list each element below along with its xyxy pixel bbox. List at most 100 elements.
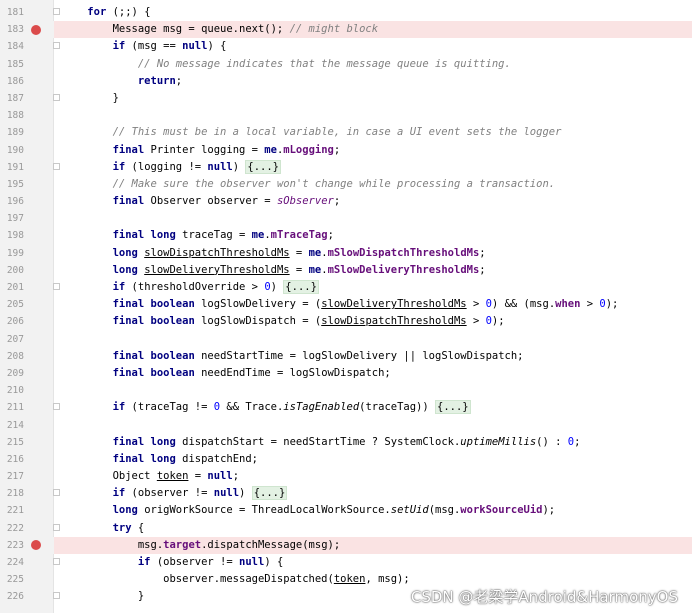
fold-marker-icon[interactable] bbox=[53, 592, 60, 600]
code-text[interactable]: // No message indicates that the message… bbox=[62, 56, 511, 73]
line-gutter[interactable]: 197 bbox=[0, 210, 54, 227]
line-gutter[interactable]: 185 bbox=[0, 56, 54, 73]
code-text[interactable]: Message msg = queue.next(); // might blo… bbox=[62, 21, 379, 38]
code-line[interactable]: 209 final boolean needEndTime = logSlowD… bbox=[0, 365, 692, 382]
code-line[interactable]: 196 final Observer observer = sObserver; bbox=[0, 193, 692, 210]
code-text[interactable]: final boolean needStartTime = logSlowDel… bbox=[62, 348, 524, 365]
code-line[interactable]: 224 if (observer != null) { bbox=[0, 554, 692, 571]
code-line[interactable]: 199 long slowDispatchThresholdMs = me.mS… bbox=[0, 245, 692, 262]
code-line[interactable]: 190 final Printer logging = me.mLogging; bbox=[0, 142, 692, 159]
code-text[interactable]: // Make sure the observer won't change w… bbox=[62, 176, 556, 193]
fold-marker-icon[interactable] bbox=[53, 283, 60, 290]
code-text[interactable]: } bbox=[62, 588, 144, 605]
line-gutter[interactable]: 214 bbox=[0, 417, 54, 434]
folded-code-block[interactable]: {...} bbox=[245, 159, 281, 174]
code-text[interactable]: long origWorkSource = ThreadLocalWorkSou… bbox=[62, 502, 556, 519]
line-gutter[interactable]: 195 bbox=[0, 176, 54, 193]
line-gutter[interactable]: 208 bbox=[0, 348, 54, 365]
folded-code-block[interactable]: {...} bbox=[251, 486, 288, 501]
code-line[interactable]: 184 if (msg == null) { bbox=[0, 38, 692, 55]
code-line[interactable]: 201 if (thresholdOverride > 0) {...} bbox=[0, 279, 692, 296]
fold-marker-icon[interactable] bbox=[53, 8, 60, 15]
line-gutter[interactable]: 225 bbox=[0, 571, 54, 588]
code-text[interactable]: Object token = null; bbox=[62, 468, 239, 485]
code-text[interactable]: observer.messageDispatched(token, msg); bbox=[62, 571, 410, 588]
line-gutter[interactable]: 190 bbox=[0, 142, 54, 159]
code-line[interactable]: 197 bbox=[0, 210, 692, 227]
line-gutter[interactable]: 184 bbox=[0, 38, 54, 55]
code-line[interactable]: 195 // Make sure the observer won't chan… bbox=[0, 176, 692, 193]
code-text[interactable]: } bbox=[62, 90, 119, 107]
fold-marker-icon[interactable] bbox=[53, 42, 60, 50]
line-gutter[interactable]: 221 bbox=[0, 502, 54, 519]
code-line[interactable]: 218 if (observer != null) {...} bbox=[0, 485, 692, 502]
code-lines[interactable]: 181 for (;;) {183 Message msg = queue.ne… bbox=[0, 4, 692, 606]
line-gutter[interactable]: 189 bbox=[0, 124, 54, 141]
line-gutter[interactable]: 217 bbox=[0, 468, 54, 485]
code-text[interactable]: final long dispatchStart = needStartTime… bbox=[62, 434, 581, 451]
line-gutter[interactable]: 187 bbox=[0, 90, 54, 107]
code-line[interactable]: 221 long origWorkSource = ThreadLocalWor… bbox=[0, 502, 692, 519]
line-gutter[interactable]: 191 bbox=[0, 159, 54, 176]
line-gutter[interactable]: 205 bbox=[0, 296, 54, 313]
code-text[interactable]: if (msg == null) { bbox=[62, 38, 227, 55]
line-gutter[interactable]: 206 bbox=[0, 313, 54, 330]
line-gutter[interactable]: 188 bbox=[0, 107, 54, 124]
code-text[interactable]: long slowDispatchThresholdMs = me.mSlowD… bbox=[62, 245, 486, 262]
line-gutter[interactable]: 210 bbox=[0, 382, 54, 399]
code-text[interactable]: return; bbox=[62, 73, 182, 90]
code-text[interactable]: long slowDeliveryThresholdMs = me.mSlowD… bbox=[62, 262, 486, 279]
line-gutter[interactable]: 223 bbox=[0, 536, 54, 554]
code-line[interactable]: 210 bbox=[0, 382, 692, 399]
code-line[interactable]: 200 long slowDeliveryThresholdMs = me.mS… bbox=[0, 262, 692, 279]
code-line[interactable]: 205 final boolean logSlowDelivery = (slo… bbox=[0, 296, 692, 313]
fold-marker-icon[interactable] bbox=[53, 489, 60, 497]
code-text[interactable]: msg.target.dispatchMessage(msg); bbox=[62, 537, 340, 554]
code-text[interactable]: final boolean logSlowDispatch = (slowDis… bbox=[62, 313, 505, 330]
code-line[interactable]: 187 } bbox=[0, 90, 692, 107]
fold-marker-icon[interactable] bbox=[53, 403, 60, 411]
line-gutter[interactable]: 216 bbox=[0, 451, 54, 468]
code-line[interactable]: 186 return; bbox=[0, 73, 692, 90]
line-gutter[interactable]: 207 bbox=[0, 331, 54, 348]
line-gutter[interactable]: 196 bbox=[0, 193, 54, 210]
code-text[interactable]: if (traceTag != 0 && Trace.isTagEnabled(… bbox=[62, 399, 471, 416]
line-gutter[interactable]: 199 bbox=[0, 245, 54, 262]
breakpoint-icon[interactable] bbox=[31, 540, 41, 551]
code-line[interactable]: 208 final boolean needStartTime = logSlo… bbox=[0, 348, 692, 365]
line-gutter[interactable]: 186 bbox=[0, 73, 54, 90]
code-line[interactable]: 214 bbox=[0, 417, 692, 434]
code-text[interactable]: final Observer observer = sObserver; bbox=[62, 193, 341, 210]
line-gutter[interactable]: 183 bbox=[0, 21, 54, 39]
code-line[interactable]: 185 // No message indicates that the mes… bbox=[0, 56, 692, 73]
code-editor[interactable]: 181 for (;;) {183 Message msg = queue.ne… bbox=[0, 0, 692, 613]
code-line[interactable]: 215 final long dispatchStart = needStart… bbox=[0, 434, 692, 451]
line-gutter[interactable]: 181 bbox=[0, 4, 54, 21]
code-line[interactable]: 223 msg.target.dispatchMessage(msg); bbox=[0, 536, 692, 554]
line-gutter[interactable]: 222 bbox=[0, 520, 54, 537]
fold-marker-icon[interactable] bbox=[53, 558, 60, 565]
code-line[interactable]: 188 bbox=[0, 107, 692, 124]
code-text[interactable]: final boolean needEndTime = logSlowDispa… bbox=[62, 365, 391, 382]
fold-marker-icon[interactable] bbox=[53, 523, 60, 531]
line-gutter[interactable]: 226 bbox=[0, 588, 54, 605]
code-line[interactable]: 217 Object token = null; bbox=[0, 468, 692, 485]
line-gutter[interactable]: 218 bbox=[0, 485, 54, 502]
fold-marker-icon[interactable] bbox=[53, 93, 60, 101]
code-line[interactable]: 216 final long dispatchEnd; bbox=[0, 451, 692, 468]
folded-code-block[interactable]: {...} bbox=[283, 280, 319, 294]
line-gutter[interactable]: 224 bbox=[0, 554, 54, 571]
code-line[interactable]: 198 final long traceTag = me.mTraceTag; bbox=[0, 227, 692, 244]
line-gutter[interactable]: 200 bbox=[0, 262, 54, 279]
breakpoint-icon[interactable] bbox=[31, 24, 41, 35]
line-gutter[interactable]: 211 bbox=[0, 399, 54, 416]
code-text[interactable]: if (observer != null) {...} bbox=[62, 485, 288, 502]
line-gutter[interactable]: 215 bbox=[0, 434, 54, 451]
code-line[interactable]: 181 for (;;) { bbox=[0, 4, 692, 21]
code-line[interactable]: 183 Message msg = queue.next(); // might… bbox=[0, 21, 692, 39]
fold-marker-icon[interactable] bbox=[53, 162, 60, 170]
folded-code-block[interactable]: {...} bbox=[435, 400, 471, 415]
code-line[interactable]: 191 if (logging != null) {...} bbox=[0, 159, 692, 176]
line-gutter[interactable]: 201 bbox=[0, 279, 54, 296]
code-text[interactable]: try { bbox=[62, 520, 145, 537]
